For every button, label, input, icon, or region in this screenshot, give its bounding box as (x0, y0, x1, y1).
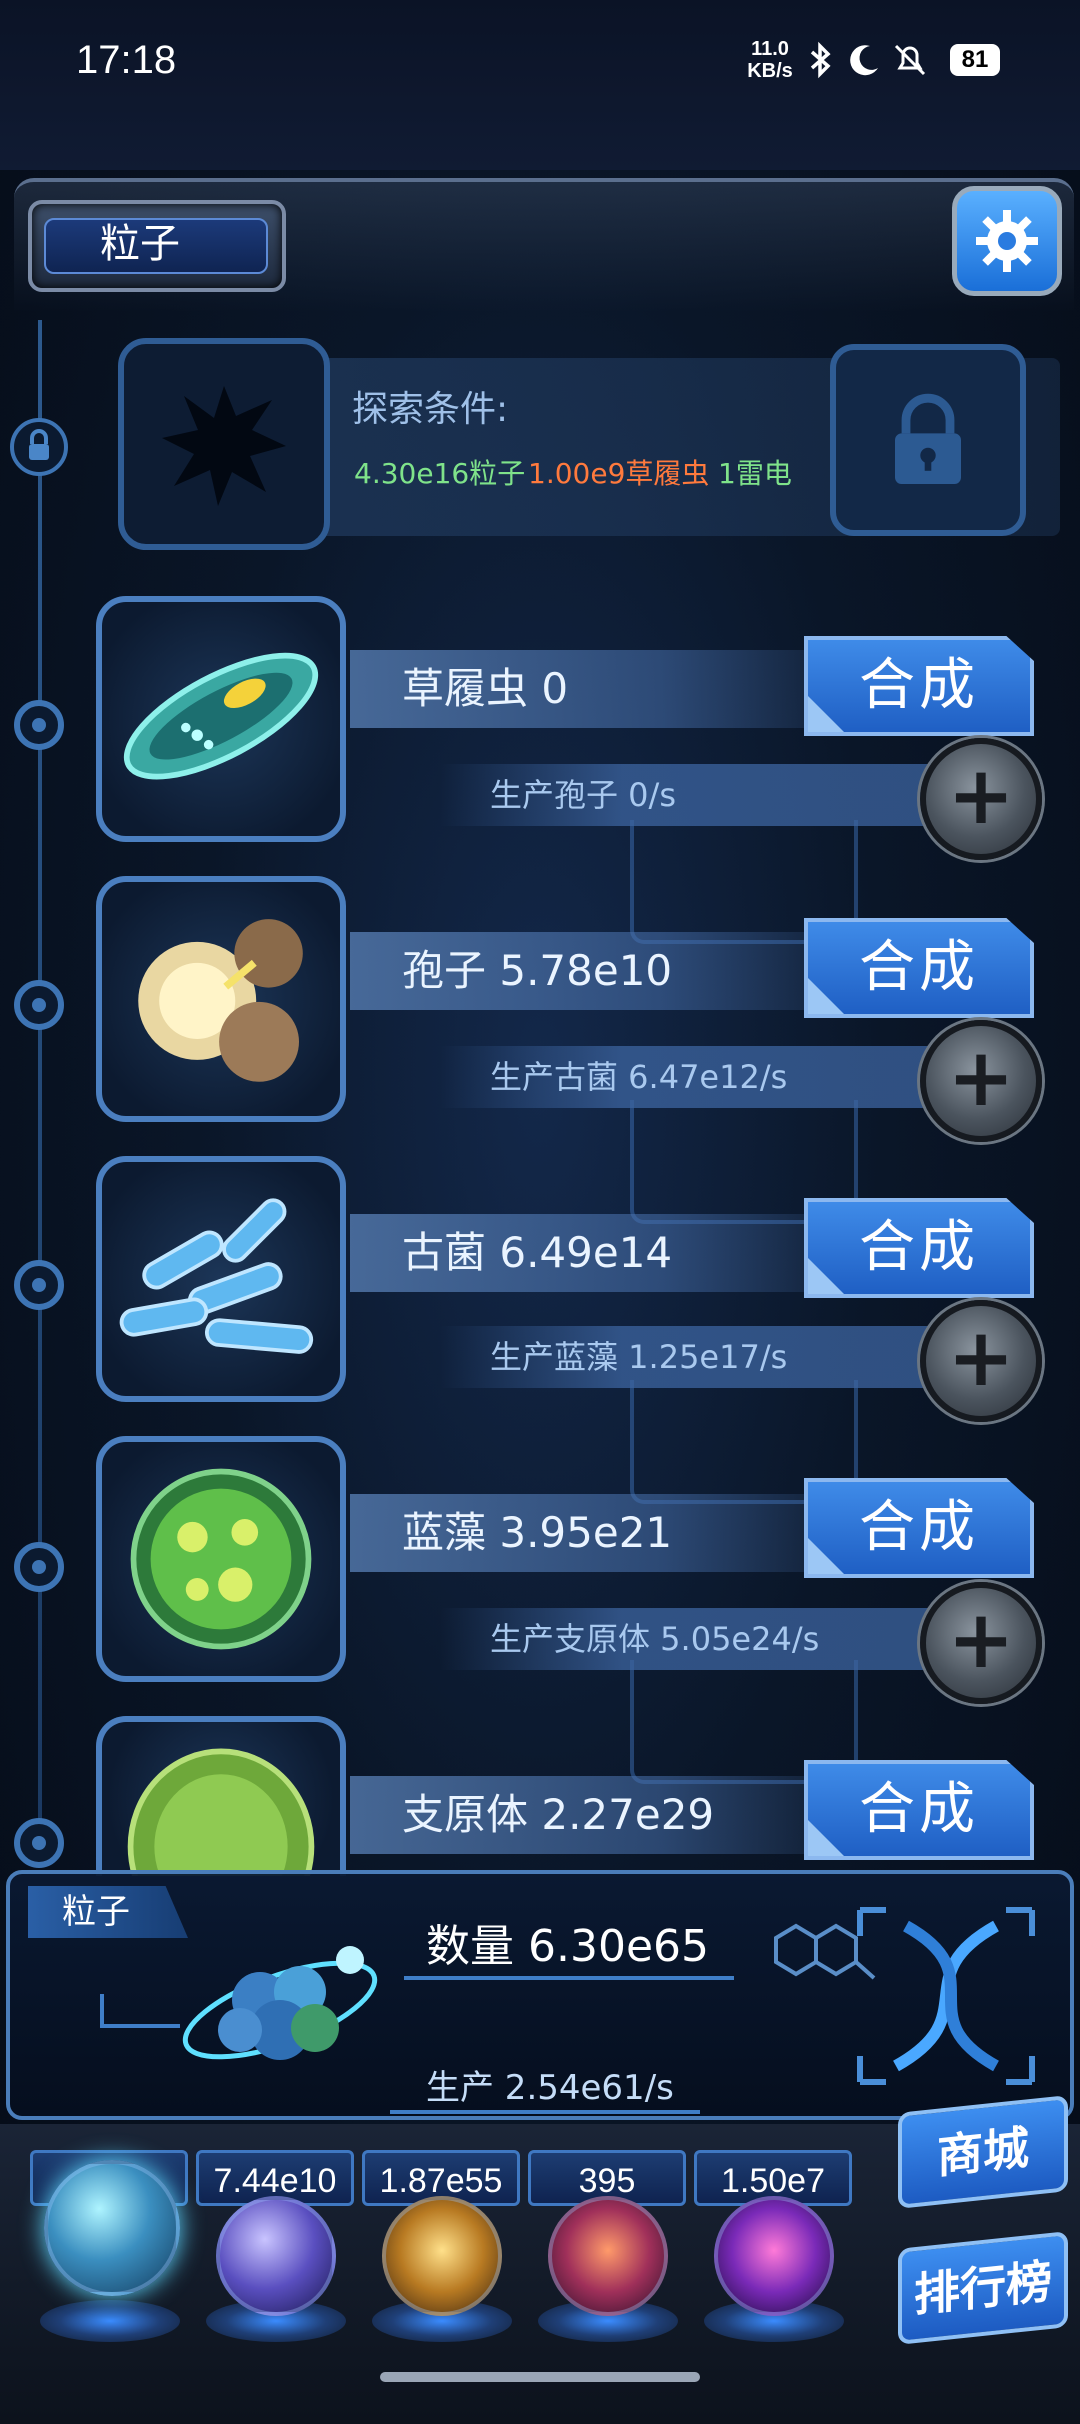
battery-indicator: 81 (950, 44, 1000, 76)
cyanobacteria-thumb (96, 1436, 346, 1682)
rail-node (14, 980, 64, 1030)
add-archaea-button[interactable]: + (920, 1300, 1042, 1422)
info-tab-label: 粒子 (62, 1892, 130, 1932)
craft-mycoplasma-button[interactable]: 合成 (804, 1760, 1034, 1860)
mute-bell-icon (890, 40, 930, 80)
page-title: 粒子 (100, 221, 180, 267)
network-speed-value: 11.0 (751, 38, 789, 60)
unknown-creature-silhouette-icon (162, 386, 286, 506)
circuit-line (100, 1994, 104, 2024)
archaea-icon (119, 1198, 314, 1354)
rail-lock-icon (10, 418, 68, 476)
gear-icon (976, 210, 1038, 272)
craft-spore-button[interactable]: 合成 (804, 918, 1034, 1018)
paramecium-thumb (96, 596, 346, 842)
home-indicator[interactable] (380, 2372, 700, 2382)
particle-cluster-icon (170, 1920, 400, 2100)
craft-paramecium-button[interactable]: 合成 (804, 636, 1034, 736)
galaxy-orb-icon[interactable] (382, 2196, 502, 2316)
add-cyanobacteria-button[interactable]: + (920, 1582, 1042, 1704)
archaea-count: 古菌 6.49e14 (402, 1228, 673, 1277)
particle-production: 生产 2.54e61/s (426, 2068, 674, 2108)
cyanobacteria-count: 蓝藻 3.95e21 (402, 1508, 673, 1557)
mycoplasma-thumb (96, 1716, 346, 1876)
vortex-orb-icon[interactable] (714, 2196, 834, 2316)
lock-icon (895, 393, 961, 484)
spore-icon (138, 919, 303, 1082)
locked-creature-thumb (118, 338, 330, 550)
paramecium-count: 草履虫 0 (402, 664, 569, 713)
circuit-line (100, 2024, 180, 2028)
progress-rail (38, 320, 42, 1860)
mycoplasma-icon (127, 1748, 315, 1876)
spore-thumb (96, 876, 346, 1122)
archaea-thumb (96, 1156, 346, 1402)
spore-count: 孢子 5.78e10 (402, 946, 673, 995)
particle-quantity: 数量 6.30e65 (426, 1921, 710, 1972)
particle-orb-icon[interactable] (44, 2160, 180, 2296)
craft-archaea-button[interactable]: 合成 (804, 1198, 1034, 1298)
status-bar (0, 0, 1080, 170)
network-speed: 11.0 KB/s (742, 38, 798, 82)
add-paramecium-button[interactable]: + (920, 738, 1042, 860)
network-speed-unit: KB/s (747, 60, 793, 82)
condition-particles: 4.30e16粒子 (354, 457, 526, 490)
moon-icon (844, 40, 884, 80)
spore-production: 生产古菌 6.47e12/s (490, 1058, 788, 1096)
archaea-production: 生产蓝藻 1.25e17/s (490, 1338, 788, 1376)
explore-condition-label: 探索条件: (352, 389, 509, 430)
lightning-orb-icon[interactable] (216, 2196, 336, 2316)
condition-paramecium: 1.00e9草履虫 (528, 457, 710, 490)
shop-button[interactable]: 商城 (898, 2095, 1068, 2209)
cyanobacteria-icon (130, 1468, 312, 1650)
rail-node (14, 1542, 64, 1592)
mycoplasma-count: 支原体 2.27e29 (402, 1790, 715, 1839)
locked-button[interactable] (830, 344, 1026, 536)
settings-button[interactable] (952, 186, 1062, 296)
circuit-line (404, 1976, 734, 1980)
add-spore-button[interactable]: + (920, 1020, 1042, 1142)
condition-thunder: 1雷电 (718, 457, 792, 490)
rail-node (14, 700, 64, 750)
dna-icon (846, 1896, 1046, 2096)
brain-orb-icon[interactable] (548, 2196, 668, 2316)
status-time: 17:18 (76, 38, 177, 82)
cyanobacteria-production: 生产支原体 5.05e24/s (490, 1620, 820, 1658)
orb-pedestal (40, 2300, 180, 2342)
paramecium-icon (123, 652, 319, 780)
paramecium-production: 生产孢子 0/s (490, 776, 676, 814)
ranking-button[interactable]: 排行榜 (898, 2231, 1068, 2345)
rail-node (14, 1260, 64, 1310)
bluetooth-icon (800, 40, 840, 80)
craft-cyanobacteria-button[interactable]: 合成 (804, 1478, 1034, 1578)
circuit-line (390, 2110, 700, 2114)
rail-node (14, 1818, 64, 1868)
